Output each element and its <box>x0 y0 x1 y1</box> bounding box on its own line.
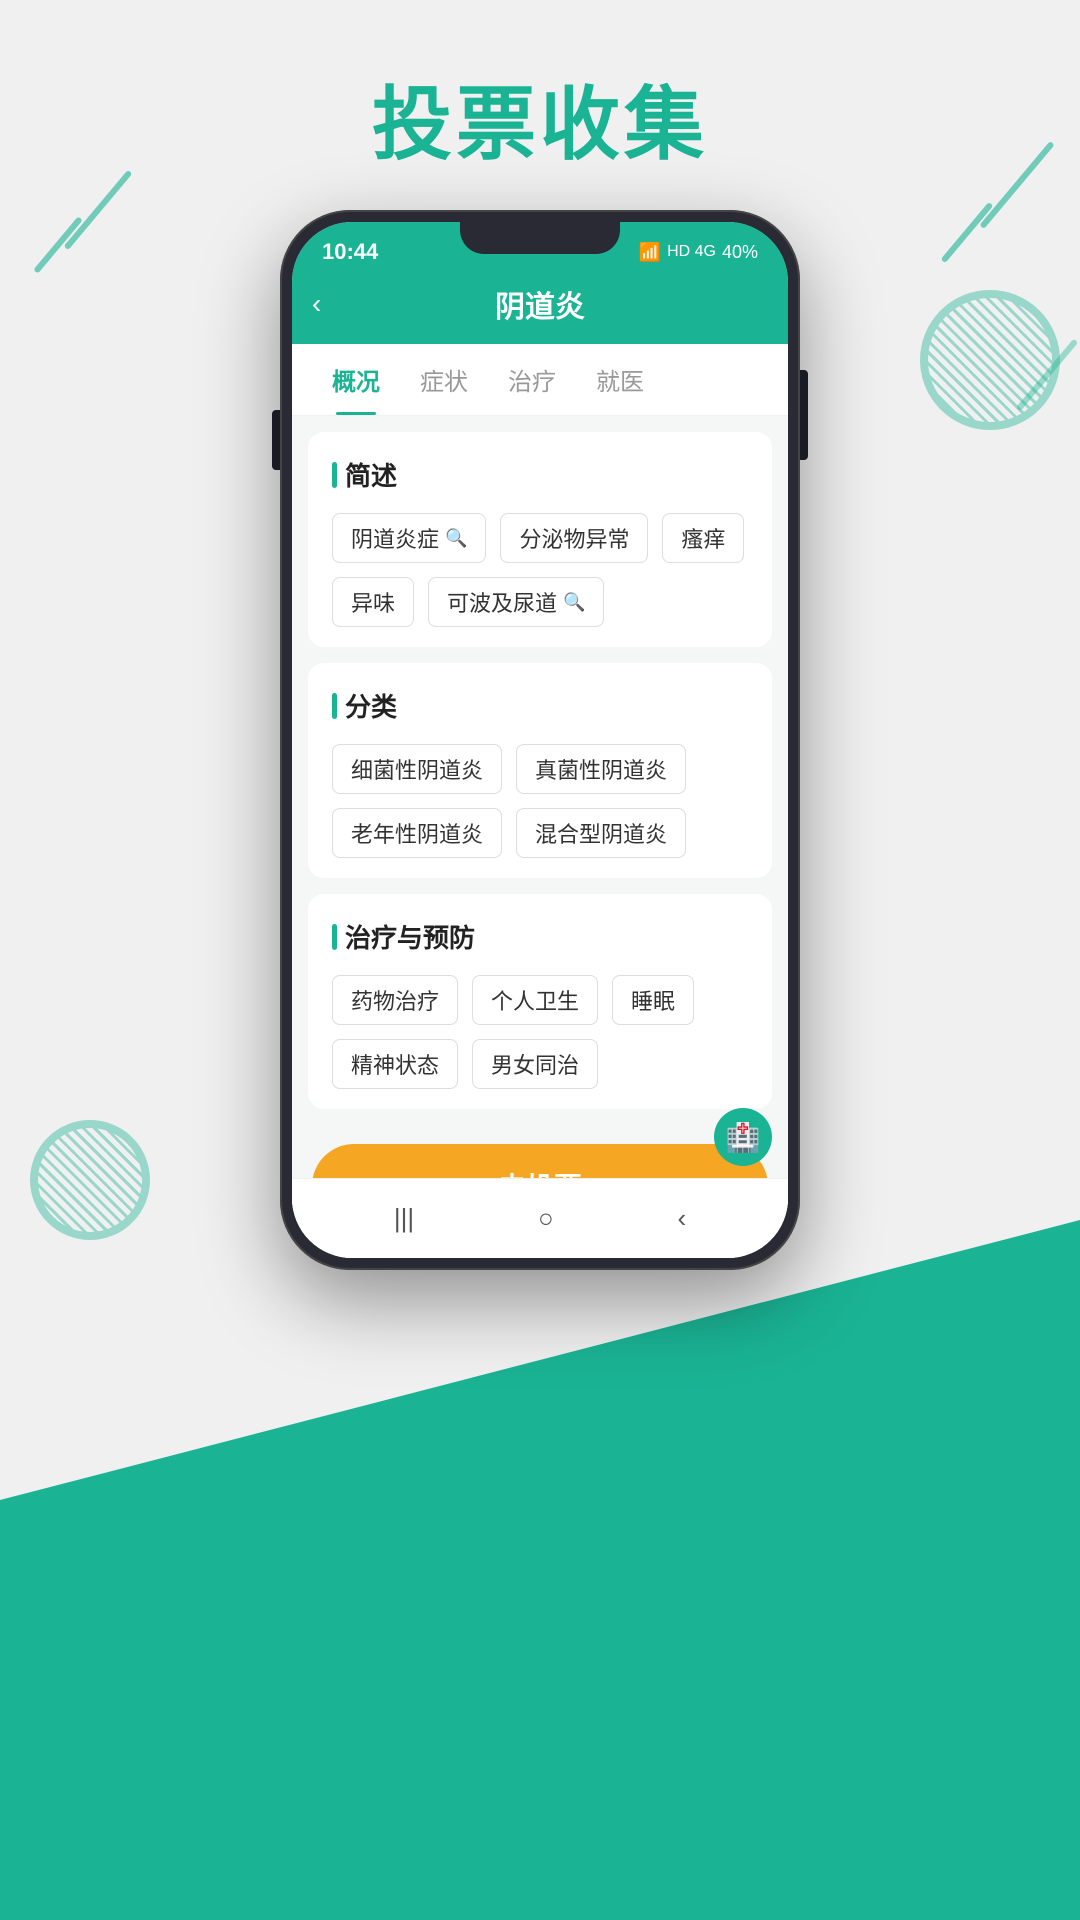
battery-icon: 40% <box>722 242 758 263</box>
back-button[interactable]: ‹ <box>312 288 321 320</box>
app-header: ‹ 阴道炎 <box>292 272 788 344</box>
phone-screen: 10:44 📶 HD 4G 40% ‹ 阴道炎 概况 症状 治疗 就医 <box>292 222 788 1258</box>
nav-return-icon[interactable]: ‹ <box>677 1203 686 1234</box>
status-time: 10:44 <box>322 239 378 265</box>
tag-label: 老年性阴道炎 <box>351 817 483 849</box>
tag-class-3[interactable]: 老年性阴道炎 <box>332 808 502 858</box>
page-title: 投票收集 <box>0 60 1080 176</box>
phone-notch <box>460 222 620 254</box>
section-title-classification: 分类 <box>332 687 748 724</box>
section-prevention: 治疗与预防 药物治疗 个人卫生 睡眠 精神状态 <box>308 894 772 1109</box>
page-title-area: 投票收集 <box>0 60 1080 176</box>
side-button-left <box>272 410 280 470</box>
tag-label: 睡眠 <box>631 984 675 1016</box>
tab-symptoms[interactable]: 症状 <box>400 344 488 415</box>
nav-bar: ||| ○ ‹ <box>292 1178 788 1258</box>
tag-label: 细菌性阴道炎 <box>351 753 483 785</box>
fab-icon: 🏥 <box>726 1121 761 1154</box>
tag-label: 真菌性阴道炎 <box>535 753 667 785</box>
tag-symptom-2[interactable]: 分泌物异常 <box>500 513 648 563</box>
tag-label: 异味 <box>351 586 395 618</box>
side-button-right <box>800 370 808 460</box>
phone-mockup: 10:44 📶 HD 4G 40% ‹ 阴道炎 概况 症状 治疗 就医 <box>280 210 800 1270</box>
tab-hospital[interactable]: 就医 <box>576 344 664 415</box>
section-title-prevention: 治疗与预防 <box>332 918 748 955</box>
deco-circle-left <box>30 1120 150 1240</box>
section-title-overview: 简述 <box>332 456 748 493</box>
tag-label: 阴道炎症 <box>351 522 439 554</box>
tag-label: 瘙痒 <box>681 522 725 554</box>
search-icon-1: 🔍 <box>445 528 467 549</box>
section-overview: 简述 阴道炎症 🔍 分泌物异常 瘙痒 异味 <box>308 432 772 647</box>
scroll-content[interactable]: 简述 阴道炎症 🔍 分泌物异常 瘙痒 异味 <box>292 416 788 1210</box>
tag-label: 分泌物异常 <box>519 522 629 554</box>
tag-symptom-1[interactable]: 阴道炎症 🔍 <box>332 513 486 563</box>
tag-class-1[interactable]: 细菌性阴道炎 <box>332 744 502 794</box>
header-title: 阴道炎 <box>495 282 585 326</box>
tags-classification: 细菌性阴道炎 真菌性阴道炎 老年性阴道炎 混合型阴道炎 <box>332 744 748 858</box>
tag-label: 精神状态 <box>351 1048 439 1080</box>
tag-class-2[interactable]: 真菌性阴道炎 <box>516 744 686 794</box>
nav-back-icon[interactable]: ||| <box>394 1203 414 1234</box>
status-icons: 📶 HD 4G 40% <box>639 242 758 263</box>
tag-symptom-3[interactable]: 瘙痒 <box>662 513 744 563</box>
phone-outer: 10:44 📶 HD 4G 40% ‹ 阴道炎 概况 症状 治疗 就医 <box>280 210 800 1270</box>
tag-label: 个人卫生 <box>491 984 579 1016</box>
tag-symptom-4[interactable]: 异味 <box>332 577 414 627</box>
tags-overview: 阴道炎症 🔍 分泌物异常 瘙痒 异味 可波及尿道 <box>332 513 748 627</box>
tag-prev-4[interactable]: 精神状态 <box>332 1039 458 1089</box>
tag-symptom-5[interactable]: 可波及尿道 🔍 <box>428 577 604 627</box>
tab-overview[interactable]: 概况 <box>312 344 400 415</box>
tag-prev-3[interactable]: 睡眠 <box>612 975 694 1025</box>
tag-label: 男女同治 <box>491 1048 579 1080</box>
fab-button[interactable]: 🏥 <box>714 1108 772 1166</box>
tag-class-4[interactable]: 混合型阴道炎 <box>516 808 686 858</box>
tags-prevention: 药物治疗 个人卫生 睡眠 精神状态 男女同治 <box>332 975 748 1089</box>
signal-icon: HD 4G <box>667 243 716 261</box>
tab-bar: 概况 症状 治疗 就医 <box>292 344 788 416</box>
wifi-icon: 📶 <box>639 242 661 263</box>
tag-label: 可波及尿道 <box>447 586 557 618</box>
nav-home-icon[interactable]: ○ <box>538 1203 554 1234</box>
tag-label: 混合型阴道炎 <box>535 817 667 849</box>
search-icon-2: 🔍 <box>563 592 585 613</box>
section-classification: 分类 细菌性阴道炎 真菌性阴道炎 老年性阴道炎 混合型阴道炎 <box>308 663 772 878</box>
tag-prev-5[interactable]: 男女同治 <box>472 1039 598 1089</box>
tag-prev-1[interactable]: 药物治疗 <box>332 975 458 1025</box>
deco-circle-right <box>920 290 1060 430</box>
tab-treatment[interactable]: 治疗 <box>488 344 576 415</box>
tag-label: 药物治疗 <box>351 984 439 1016</box>
tag-prev-2[interactable]: 个人卫生 <box>472 975 598 1025</box>
